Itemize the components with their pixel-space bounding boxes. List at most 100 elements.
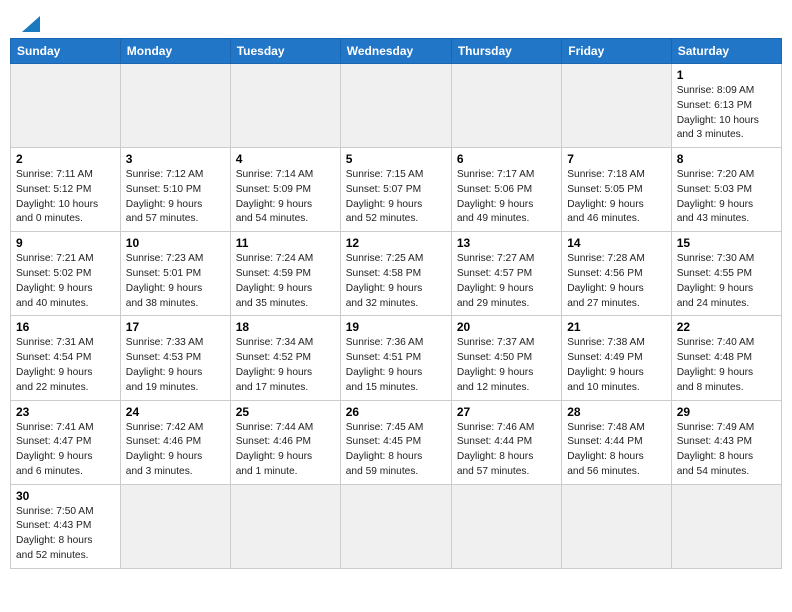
day-info: Sunrise: 7:28 AM Sunset: 4:56 PM Dayligh… xyxy=(567,252,665,311)
day-header-saturday: Saturday xyxy=(671,39,781,64)
calendar-cell xyxy=(562,484,671,568)
day-info: Sunrise: 7:48 AM Sunset: 4:44 PM Dayligh… xyxy=(567,421,665,480)
day-info: Sunrise: 7:46 AM Sunset: 4:44 PM Dayligh… xyxy=(457,421,556,480)
day-info: Sunrise: 7:30 AM Sunset: 4:55 PM Dayligh… xyxy=(677,252,776,311)
day-number: 3 xyxy=(126,152,225,166)
day-info: Sunrise: 7:34 AM Sunset: 4:52 PM Dayligh… xyxy=(236,336,335,395)
day-number: 28 xyxy=(567,405,665,419)
day-number: 20 xyxy=(457,320,556,334)
calendar-cell: 2 Sunrise: 7:11 AM Sunset: 5:12 PM Daylig… xyxy=(11,148,121,232)
day-number: 25 xyxy=(236,405,335,419)
day-header-sunday: Sunday xyxy=(11,39,121,64)
calendar-cell: 28 Sunrise: 7:48 AM Sunset: 4:44 PM Dayli… xyxy=(562,400,671,484)
calendar-cell: 17Sunrise: 7:33 AM Sunset: 4:53 PM Dayli… xyxy=(120,316,230,400)
day-header-friday: Friday xyxy=(562,39,671,64)
calendar-cell xyxy=(11,64,121,148)
day-info: Sunrise: 7:20 AM Sunset: 5:03 PM Dayligh… xyxy=(677,168,776,227)
day-number: 2 xyxy=(16,152,115,166)
day-info: Sunrise: 7:44 AM Sunset: 4:46 PM Dayligh… xyxy=(236,421,335,480)
week-row-0: 1 Sunrise: 8:09 AM Sunset: 6:13 PM Daylig… xyxy=(11,64,782,148)
logo-icon xyxy=(20,12,42,34)
day-info: Sunrise: 7:24 AM Sunset: 4:59 PM Dayligh… xyxy=(236,252,335,311)
day-number: 29 xyxy=(677,405,776,419)
week-row-2: 9 Sunrise: 7:21 AM Sunset: 5:02 PM Daylig… xyxy=(11,232,782,316)
day-number: 1 xyxy=(677,68,776,82)
calendar-cell: 26Sunrise: 7:45 AM Sunset: 4:45 PM Dayli… xyxy=(340,400,451,484)
calendar-cell xyxy=(451,64,561,148)
week-row-5: 30 Sunrise: 7:50 AM Sunset: 4:43 PM Dayli… xyxy=(11,484,782,568)
week-row-3: 16 Sunrise: 7:31 AM Sunset: 4:54 PM Dayli… xyxy=(11,316,782,400)
calendar-cell: 8 Sunrise: 7:20 AM Sunset: 5:03 PM Daylig… xyxy=(671,148,781,232)
calendar-cell: 5 Sunrise: 7:15 AM Sunset: 5:07 PM Daylig… xyxy=(340,148,451,232)
day-number: 15 xyxy=(677,236,776,250)
day-info: Sunrise: 7:12 AM Sunset: 5:10 PM Dayligh… xyxy=(126,168,225,227)
day-number: 18 xyxy=(236,320,335,334)
day-number: 22 xyxy=(677,320,776,334)
calendar-cell: 12 Sunrise: 7:25 AM Sunset: 4:58 PM Dayli… xyxy=(340,232,451,316)
day-number: 9 xyxy=(16,236,115,250)
day-number: 8 xyxy=(677,152,776,166)
day-number: 23 xyxy=(16,405,115,419)
day-info: Sunrise: 7:21 AM Sunset: 5:02 PM Dayligh… xyxy=(16,252,115,311)
calendar-cell: 24 Sunrise: 7:42 AM Sunset: 4:46 PM Dayli… xyxy=(120,400,230,484)
day-number: 14 xyxy=(567,236,665,250)
day-number: 5 xyxy=(346,152,446,166)
day-number: 4 xyxy=(236,152,335,166)
calendar-cell: 9 Sunrise: 7:21 AM Sunset: 5:02 PM Daylig… xyxy=(11,232,121,316)
calendar-cell xyxy=(451,484,561,568)
day-info: Sunrise: 7:18 AM Sunset: 5:05 PM Dayligh… xyxy=(567,168,665,227)
calendar-cell xyxy=(120,484,230,568)
day-info: Sunrise: 7:40 AM Sunset: 4:48 PM Dayligh… xyxy=(677,336,776,395)
calendar-cell: 3 Sunrise: 7:12 AM Sunset: 5:10 PM Daylig… xyxy=(120,148,230,232)
day-info: Sunrise: 7:25 AM Sunset: 4:58 PM Dayligh… xyxy=(346,252,446,311)
calendar-cell xyxy=(230,484,340,568)
day-info: Sunrise: 7:15 AM Sunset: 5:07 PM Dayligh… xyxy=(346,168,446,227)
day-info: Sunrise: 7:36 AM Sunset: 4:51 PM Dayligh… xyxy=(346,336,446,395)
day-header-thursday: Thursday xyxy=(451,39,561,64)
day-number: 13 xyxy=(457,236,556,250)
calendar-cell: 25 Sunrise: 7:44 AM Sunset: 4:46 PM Dayli… xyxy=(230,400,340,484)
day-number: 7 xyxy=(567,152,665,166)
day-number: 24 xyxy=(126,405,225,419)
day-number: 30 xyxy=(16,489,115,503)
day-info: Sunrise: 7:49 AM Sunset: 4:43 PM Dayligh… xyxy=(677,421,776,480)
day-number: 11 xyxy=(236,236,335,250)
calendar-cell: 14 Sunrise: 7:28 AM Sunset: 4:56 PM Dayli… xyxy=(562,232,671,316)
logo xyxy=(18,16,42,34)
day-info: Sunrise: 7:41 AM Sunset: 4:47 PM Dayligh… xyxy=(16,421,115,480)
day-number: 16 xyxy=(16,320,115,334)
day-info: Sunrise: 7:50 AM Sunset: 4:43 PM Dayligh… xyxy=(16,505,115,564)
day-number: 21 xyxy=(567,320,665,334)
day-header-monday: Monday xyxy=(120,39,230,64)
day-header-wednesday: Wednesday xyxy=(340,39,451,64)
calendar-cell: 6 Sunrise: 7:17 AM Sunset: 5:06 PM Daylig… xyxy=(451,148,561,232)
calendar-header-row: SundayMondayTuesdayWednesdayThursdayFrid… xyxy=(11,39,782,64)
calendar-cell: 18 Sunrise: 7:34 AM Sunset: 4:52 PM Dayli… xyxy=(230,316,340,400)
day-info: Sunrise: 7:17 AM Sunset: 5:06 PM Dayligh… xyxy=(457,168,556,227)
calendar-cell: 29 Sunrise: 7:49 AM Sunset: 4:43 PM Dayli… xyxy=(671,400,781,484)
day-info: Sunrise: 7:31 AM Sunset: 4:54 PM Dayligh… xyxy=(16,336,115,395)
day-header-tuesday: Tuesday xyxy=(230,39,340,64)
week-row-4: 23 Sunrise: 7:41 AM Sunset: 4:47 PM Dayli… xyxy=(11,400,782,484)
calendar-cell xyxy=(340,484,451,568)
calendar-cell: 13Sunrise: 7:27 AM Sunset: 4:57 PM Dayli… xyxy=(451,232,561,316)
calendar-cell: 1 Sunrise: 8:09 AM Sunset: 6:13 PM Daylig… xyxy=(671,64,781,148)
day-info: Sunrise: 7:23 AM Sunset: 5:01 PM Dayligh… xyxy=(126,252,225,311)
day-number: 27 xyxy=(457,405,556,419)
calendar-cell: 20 Sunrise: 7:37 AM Sunset: 4:50 PM Dayli… xyxy=(451,316,561,400)
calendar-cell xyxy=(671,484,781,568)
day-info: Sunrise: 7:11 AM Sunset: 5:12 PM Dayligh… xyxy=(16,168,115,227)
day-number: 12 xyxy=(346,236,446,250)
day-number: 19 xyxy=(346,320,446,334)
page-header xyxy=(10,10,782,34)
calendar: SundayMondayTuesdayWednesdayThursdayFrid… xyxy=(10,38,782,569)
calendar-cell: 23 Sunrise: 7:41 AM Sunset: 4:47 PM Dayli… xyxy=(11,400,121,484)
calendar-cell: 11 Sunrise: 7:24 AM Sunset: 4:59 PM Dayli… xyxy=(230,232,340,316)
calendar-cell: 19 Sunrise: 7:36 AM Sunset: 4:51 PM Dayli… xyxy=(340,316,451,400)
calendar-cell: 10Sunrise: 7:23 AM Sunset: 5:01 PM Dayli… xyxy=(120,232,230,316)
calendar-cell xyxy=(230,64,340,148)
day-info: Sunrise: 7:37 AM Sunset: 4:50 PM Dayligh… xyxy=(457,336,556,395)
day-info: Sunrise: 8:09 AM Sunset: 6:13 PM Dayligh… xyxy=(677,84,776,143)
day-info: Sunrise: 7:42 AM Sunset: 4:46 PM Dayligh… xyxy=(126,421,225,480)
day-number: 6 xyxy=(457,152,556,166)
